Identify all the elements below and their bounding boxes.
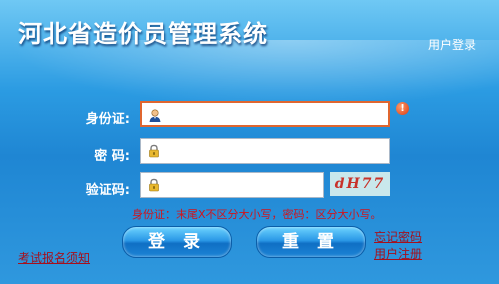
lock-icon <box>149 178 159 192</box>
forgot-password-link[interactable]: 忘记密码 <box>374 228 422 245</box>
lock-icon <box>149 144 159 158</box>
page-title: 河北省造价员管理系统 <box>18 20 268 48</box>
password-field-box <box>140 138 390 164</box>
exam-notice-link[interactable]: 考试报名须知 <box>18 249 90 266</box>
login-page: 河北省造价员管理系统 用户登录 身份证: ! 密 码: 验证码: dH77 身份… <box>0 0 499 284</box>
warning-icon: ! <box>396 102 409 115</box>
password-input[interactable] <box>163 139 385 163</box>
password-label: 密 码: <box>94 149 130 164</box>
captcha-field-box <box>140 172 324 198</box>
login-button[interactable]: 登 录 <box>122 226 232 258</box>
user-avatar-icon <box>149 109 161 122</box>
user-login-label: 用户登录 <box>428 38 477 52</box>
header: 河北省造价员管理系统 用户登录 <box>0 0 499 64</box>
login-hint: 身份证：末尾X不区分大小写，密码：区分大小写。 <box>132 208 382 221</box>
captcha-input[interactable] <box>163 173 319 197</box>
reset-button[interactable]: 重 置 <box>256 226 366 258</box>
captcha-label: 验证码: <box>85 183 130 198</box>
register-link[interactable]: 用户注册 <box>374 245 422 262</box>
id-label: 身份证: <box>85 112 130 127</box>
id-field-box <box>140 101 390 127</box>
id-input[interactable] <box>164 103 384 125</box>
captcha-image[interactable]: dH77 <box>330 172 390 196</box>
